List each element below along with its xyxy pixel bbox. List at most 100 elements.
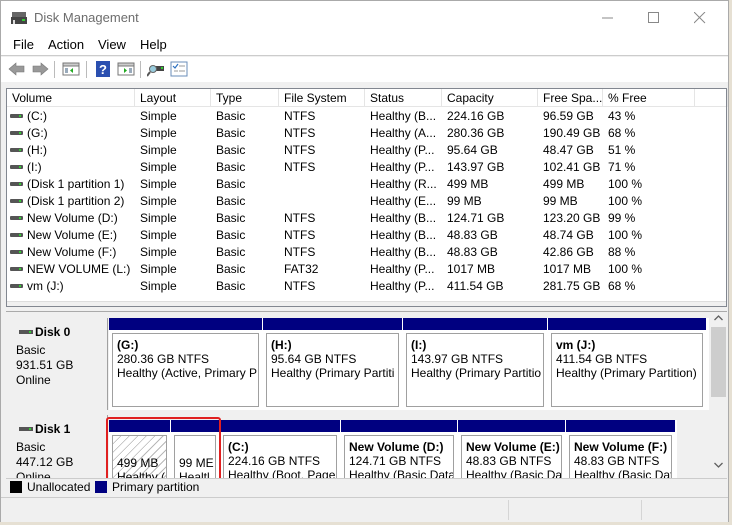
properties-icon[interactable] bbox=[170, 61, 188, 77]
partition-title: (G:) bbox=[117, 338, 139, 352]
partition-g[interactable]: (G:) 280.36 GB NTFS Healthy (Active, Pri… bbox=[109, 318, 262, 410]
cell-free: 499 MB bbox=[543, 177, 585, 191]
disk-0-partitions: (G:) 280.36 GB NTFS Healthy (Active, Pri… bbox=[109, 318, 709, 410]
maximize-button[interactable] bbox=[631, 1, 677, 34]
volume-row[interactable]: (I:) Simple Basic NTFS Healthy (P... 143.97 G… bbox=[7, 159, 726, 176]
cell-status: Healthy (R... bbox=[370, 177, 437, 191]
back-icon[interactable] bbox=[8, 61, 26, 77]
column-type[interactable]: Type bbox=[211, 89, 279, 107]
legend-unallocated: Unallocated bbox=[27, 480, 91, 494]
scrollbar-thumb[interactable] bbox=[711, 327, 726, 397]
cell-pct: 68 % bbox=[608, 279, 636, 293]
cell-type: Basic bbox=[216, 211, 246, 225]
cell-status: Healthy (P... bbox=[370, 262, 435, 276]
maximize-icon bbox=[648, 12, 659, 23]
cell-layout: Simple bbox=[140, 211, 177, 225]
connect-icon[interactable] bbox=[147, 61, 165, 77]
disk-graphical-view: Disk 0 Basic 931.51 GB Online (G:) 280.3… bbox=[6, 311, 727, 479]
volume-list-scrollbar[interactable] bbox=[7, 301, 726, 306]
partition-title: (H:) bbox=[271, 338, 292, 352]
partition-details: New Volume (F:) 48.83 GB NTFS Healthy (B… bbox=[569, 435, 672, 479]
partition-size: 48.83 GB NTFS bbox=[466, 454, 552, 468]
partition-size: 411.54 GB NTFS bbox=[556, 352, 648, 366]
toolbar-separator bbox=[54, 61, 55, 78]
volume-row[interactable]: New Volume (D:) Simple Basic NTFS Healthy (B… bbox=[7, 210, 726, 227]
partition-d[interactable]: New Volume (D:) 124.71 GB NTFS Healthy (… bbox=[341, 420, 457, 479]
minimize-button[interactable] bbox=[585, 1, 631, 34]
window-title: Disk Management bbox=[34, 10, 139, 25]
primary-partition-swatch bbox=[95, 481, 107, 493]
cell-pct: 99 % bbox=[608, 211, 636, 225]
cell-pct: 100 % bbox=[608, 194, 643, 208]
partition-size: 143.97 GB NTFS bbox=[411, 352, 504, 366]
cell-type: Basic bbox=[216, 228, 246, 242]
volume-icon bbox=[10, 148, 23, 152]
partition-details: vm (J:) 411.54 GB NTFS Healthy (Primary … bbox=[551, 333, 703, 407]
partition-j[interactable]: vm (J:) 411.54 GB NTFS Healthy (Primary … bbox=[548, 318, 706, 410]
volume-row[interactable]: New Volume (F:) Simple Basic NTFS Healthy (B… bbox=[7, 244, 726, 261]
column-free-space[interactable]: Free Spa... bbox=[538, 89, 603, 107]
menu-file[interactable]: File bbox=[13, 37, 34, 52]
partition-size: 124.71 GB NTFS bbox=[349, 454, 442, 468]
close-button[interactable] bbox=[677, 1, 723, 34]
cell-free: 96.59 GB bbox=[543, 109, 594, 123]
volume-row[interactable]: (Disk 1 partition 2) Simple Basic Healthy (… bbox=[7, 193, 726, 210]
volume-row[interactable]: (H:) Simple Basic NTFS Healthy (P... 95.64 GB… bbox=[7, 142, 726, 159]
menu-help[interactable]: Help bbox=[140, 37, 167, 52]
column-percent-free[interactable]: % Free bbox=[603, 89, 695, 107]
volume-row[interactable]: (Disk 1 partition 1) Simple Basic Healthy (… bbox=[7, 176, 726, 193]
legend: Unallocated Primary partition bbox=[6, 478, 727, 495]
partition-title: (I:) bbox=[411, 338, 427, 352]
column-capacity[interactable]: Capacity bbox=[442, 89, 538, 107]
disk-name: Disk 0 bbox=[35, 325, 71, 339]
disk-1-label[interactable]: Disk 1 Basic 447.12 GB Online bbox=[8, 415, 108, 479]
volume-row[interactable]: vm (J:) Simple Basic NTFS Healthy (P... 411.5… bbox=[7, 278, 726, 295]
cell-free: 281.75 GB bbox=[543, 279, 601, 293]
show-hide-action-pane-icon[interactable] bbox=[117, 61, 135, 77]
disk-0-label[interactable]: Disk 0 Basic 931.51 GB Online bbox=[8, 318, 108, 410]
volume-icon bbox=[10, 233, 23, 237]
cell-layout: Simple bbox=[140, 262, 177, 276]
column-layout[interactable]: Layout bbox=[135, 89, 211, 107]
menu-action[interactable]: Action bbox=[48, 37, 84, 52]
partition-title: New Volume (D:) bbox=[349, 440, 444, 454]
volume-row[interactable]: NEW VOLUME (L:) Simple Basic FAT32 Healthy (… bbox=[7, 261, 726, 278]
partition-f[interactable]: New Volume (F:) 48.83 GB NTFS Healthy (B… bbox=[566, 420, 675, 479]
cell-pct: 100 % bbox=[608, 262, 643, 276]
scroll-down-icon[interactable] bbox=[714, 462, 723, 468]
cell-pct: 43 % bbox=[608, 109, 636, 123]
cell-fs: NTFS bbox=[284, 160, 316, 174]
cell-volume: (Disk 1 partition 1) bbox=[27, 177, 125, 191]
column-volume[interactable]: Volume bbox=[7, 89, 135, 107]
svg-text:?: ? bbox=[99, 62, 107, 77]
cell-layout: Simple bbox=[140, 160, 177, 174]
help-icon[interactable]: ? bbox=[94, 61, 112, 77]
status-bar bbox=[1, 497, 728, 522]
partition-details: (H:) 95.64 GB NTFS Healthy (Primary Part… bbox=[266, 333, 399, 407]
cell-capacity: 280.36 GB bbox=[447, 126, 505, 140]
cell-pct: 68 % bbox=[608, 126, 636, 140]
show-hide-console-tree-icon[interactable] bbox=[62, 61, 80, 77]
partition-c[interactable]: (C:) 224.16 GB NTFS Healthy (Boot, Page bbox=[220, 420, 340, 479]
partition-i[interactable]: (I:) 143.97 GB NTFS Healthy (Primary Par… bbox=[403, 318, 547, 410]
forward-icon[interactable] bbox=[31, 61, 49, 77]
volume-list[interactable]: Volume Layout Type File System Status Ca… bbox=[6, 88, 728, 307]
volume-row[interactable]: (C:) Simple Basic NTFS Healthy (B... 224.16 G… bbox=[7, 108, 726, 125]
partition-status: Healthy (Primary Partiti bbox=[271, 366, 395, 380]
partition-title: New Volume (E:) bbox=[466, 440, 560, 454]
partition-h[interactable]: (H:) 95.64 GB NTFS Healthy (Primary Part… bbox=[263, 318, 402, 410]
cell-status: Healthy (B... bbox=[370, 109, 437, 123]
column-file-system[interactable]: File System bbox=[279, 89, 365, 107]
volume-row[interactable]: (G:) Simple Basic NTFS Healthy (A... 280.36 G… bbox=[7, 125, 726, 142]
cell-pct: 100 % bbox=[608, 228, 643, 242]
cell-volume: New Volume (E:) bbox=[27, 228, 118, 242]
partition-details: (G:) 280.36 GB NTFS Healthy (Active, Pri… bbox=[112, 333, 259, 407]
column-status[interactable]: Status bbox=[365, 89, 442, 107]
partition-e[interactable]: New Volume (E:) 48.83 GB NTFS Healthy (B… bbox=[458, 420, 565, 479]
partition-bar bbox=[403, 318, 547, 330]
graphical-view-scrollbar[interactable] bbox=[710, 312, 727, 468]
close-icon bbox=[694, 12, 706, 24]
volume-row[interactable]: New Volume (E:) Simple Basic NTFS Healthy (B… bbox=[7, 227, 726, 244]
scroll-up-icon[interactable] bbox=[714, 315, 723, 321]
menu-view[interactable]: View bbox=[98, 37, 126, 52]
